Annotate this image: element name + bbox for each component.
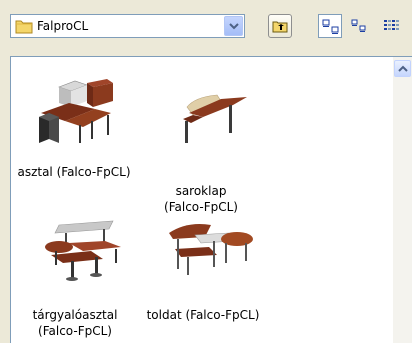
combo-dropdown-button[interactable] xyxy=(224,16,243,36)
chevron-up-icon xyxy=(398,65,408,72)
large-icons-view-button[interactable] xyxy=(318,14,342,38)
list-item-saroklap[interactable]: saroklap (Falco-FpCL) xyxy=(141,73,261,214)
list-view-button[interactable] xyxy=(380,14,404,38)
list-item-asztal[interactable]: asztal (Falco-FpCL) xyxy=(11,73,137,183)
item-label: saroklap xyxy=(175,184,227,198)
chevron-down-icon xyxy=(229,23,239,30)
scroll-up-button[interactable] xyxy=(394,60,411,77)
small-icons-view-icon xyxy=(351,19,366,32)
item-label: toldat (Falco-FpCL) xyxy=(146,308,260,322)
item-label-line2: (Falco-FpCL) xyxy=(38,324,112,338)
meeting-table-thumbnail xyxy=(45,220,121,281)
file-list-view[interactable]: asztal (Falco-FpCL) saroklap (Falco-FpCL… xyxy=(10,56,412,343)
item-label: tárgyalóasztal xyxy=(32,308,118,322)
extension-thumbnail xyxy=(169,224,253,275)
vertical-scrollbar[interactable] xyxy=(393,57,412,343)
list-view-icon xyxy=(384,20,399,30)
list-item-toldat[interactable]: toldat (Falco-FpCL) xyxy=(141,213,265,323)
up-folder-icon xyxy=(272,21,288,33)
up-folder-button[interactable] xyxy=(268,14,292,38)
small-icons-view-button[interactable] xyxy=(348,14,372,38)
corner-top-thumbnail xyxy=(183,94,247,143)
folder-icon xyxy=(15,20,33,34)
item-label: asztal (Falco-FpCL) xyxy=(17,165,131,179)
toolbar: FalproCL xyxy=(0,0,412,52)
large-icons-view-icon xyxy=(322,19,339,34)
folder-combo[interactable]: FalproCL xyxy=(10,14,245,38)
desk-set-thumbnail xyxy=(39,79,113,143)
folder-name: FalproCL xyxy=(37,19,89,33)
list-item-targyaloasztal[interactable]: tárgyalóasztal (Falco-FpCL) xyxy=(15,213,135,341)
